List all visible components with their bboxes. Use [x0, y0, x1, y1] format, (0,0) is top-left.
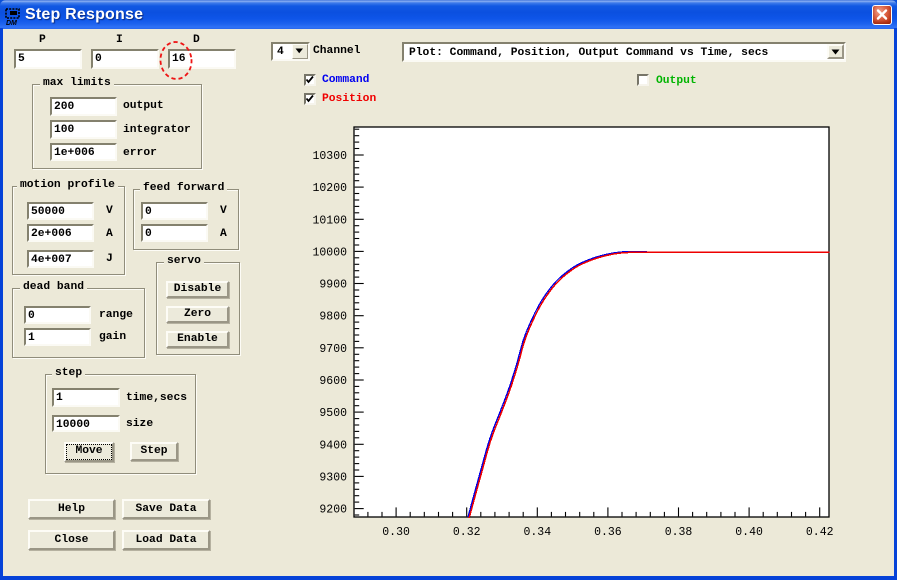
svg-text:0.40: 0.40	[735, 526, 763, 539]
svg-text:10300: 10300	[312, 150, 347, 163]
svg-text:0.30: 0.30	[382, 526, 410, 539]
svg-text:9400: 9400	[319, 439, 347, 452]
svg-text:9800: 9800	[319, 311, 347, 324]
svg-text:9700: 9700	[319, 343, 347, 356]
svg-text:0.34: 0.34	[523, 526, 551, 539]
svg-text:0.32: 0.32	[453, 526, 481, 539]
svg-text:0.42: 0.42	[806, 526, 834, 539]
svg-text:9200: 9200	[319, 504, 347, 517]
svg-text:9300: 9300	[319, 471, 347, 484]
svg-text:9900: 9900	[319, 279, 347, 292]
svg-text:0.36: 0.36	[594, 526, 622, 539]
svg-text:9500: 9500	[319, 407, 347, 420]
svg-text:10000: 10000	[312, 246, 347, 259]
svg-text:10200: 10200	[312, 182, 347, 195]
svg-text:9600: 9600	[319, 375, 347, 388]
svg-text:10100: 10100	[312, 214, 347, 227]
svg-text:0.38: 0.38	[665, 526, 693, 539]
